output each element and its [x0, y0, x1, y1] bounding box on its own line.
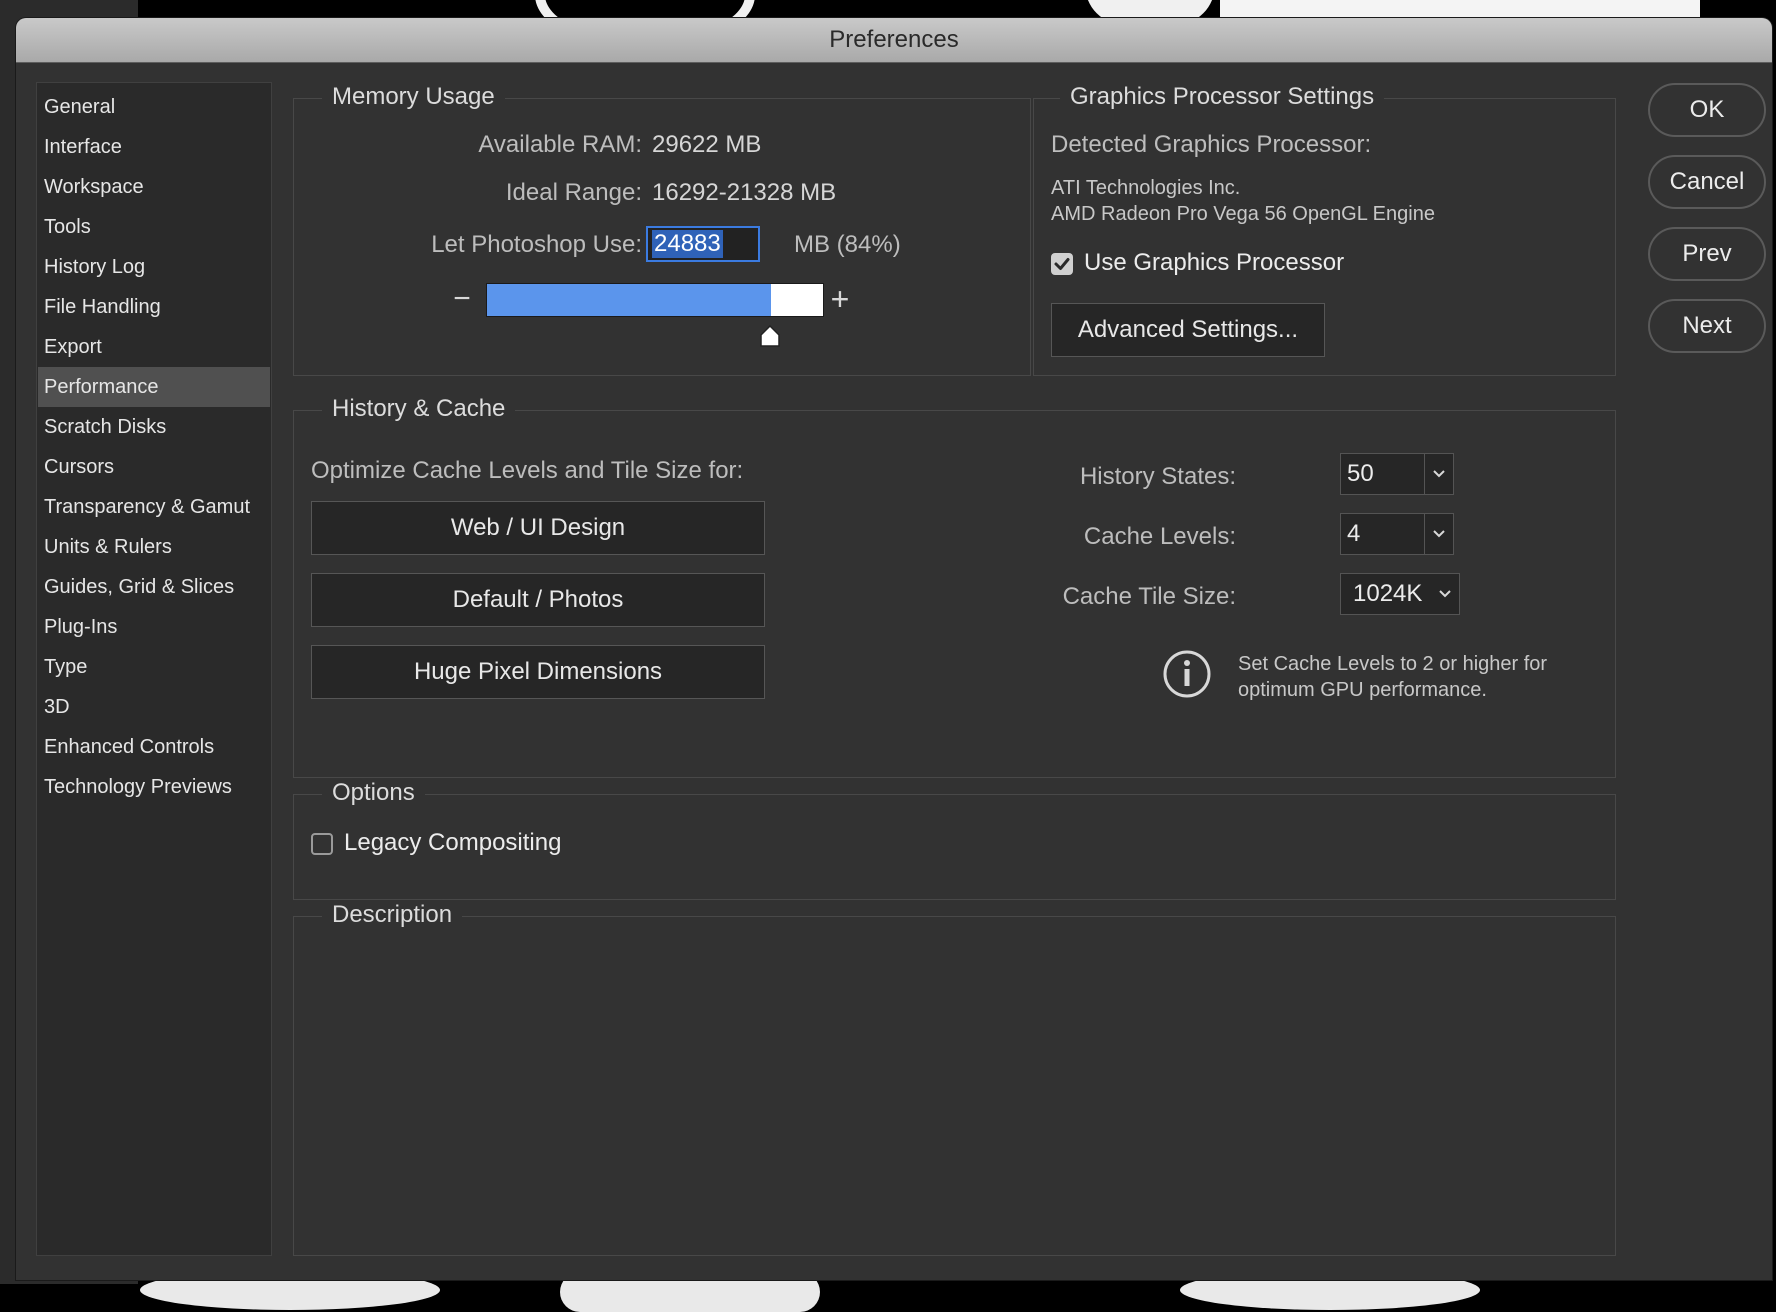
sidebar-item-scratch-disks[interactable]: Scratch Disks: [38, 407, 270, 447]
history-states-value: 50: [1347, 460, 1374, 487]
sidebar-item-guides-grid-slices[interactable]: Guides, Grid & Slices: [38, 567, 270, 607]
gpu-settings-group: Graphics Processor Settings Detected Gra…: [1033, 83, 1616, 376]
history-states-select[interactable]: 50: [1340, 453, 1454, 495]
memory-amount-value: 24883: [652, 230, 723, 258]
preferences-sidebar: General Interface Workspace Tools Histor…: [36, 82, 272, 1256]
advanced-settings-button[interactable]: Advanced Settings...: [1051, 303, 1325, 357]
memory-slider-thumb[interactable]: [760, 325, 780, 347]
select-divider: [1424, 514, 1425, 554]
cancel-button[interactable]: Cancel: [1648, 155, 1766, 209]
select-divider: [1424, 454, 1425, 494]
memory-usage-title: Memory Usage: [322, 83, 505, 111]
ideal-range-label: Ideal Range:: [505, 179, 642, 206]
history-states-label: History States:: [1079, 463, 1236, 490]
chevron-down-icon: [1433, 530, 1445, 538]
sidebar-item-technology-previews[interactable]: Technology Previews: [38, 767, 270, 807]
window-title[interactable]: Preferences: [16, 18, 1772, 63]
sidebar-item-general[interactable]: General: [38, 87, 270, 127]
sidebar-item-performance[interactable]: Performance: [38, 367, 270, 407]
gpu-model: AMD Radeon Pro Vega 56 OpenGL Engine: [1051, 203, 1435, 225]
sidebar-item-file-handling[interactable]: File Handling: [38, 287, 270, 327]
history-cache-title: History & Cache: [322, 395, 516, 423]
memory-increase-button[interactable]: +: [826, 283, 854, 315]
chevron-down-icon: [1439, 590, 1451, 598]
sidebar-item-workspace[interactable]: Workspace: [38, 167, 270, 207]
cache-tile-size-label: Cache Tile Size:: [1062, 583, 1236, 610]
prev-button[interactable]: Prev: [1648, 227, 1766, 281]
available-ram-value: 29622 MB: [652, 131, 762, 158]
sidebar-item-cursors[interactable]: Cursors: [38, 447, 270, 487]
gpu-vendor: ATI Technologies Inc.: [1051, 177, 1241, 199]
sidebar-item-interface[interactable]: Interface: [38, 127, 270, 167]
memory-slider-track[interactable]: [486, 283, 824, 317]
info-icon: [1163, 650, 1211, 698]
gpu-settings-title: Graphics Processor Settings: [1060, 83, 1385, 111]
preferences-window: Preferences General Interface Workspace …: [16, 18, 1772, 1280]
sidebar-item-3d[interactable]: 3D: [38, 687, 270, 727]
cache-tile-size-select[interactable]: 1024K: [1340, 573, 1460, 615]
description-title: Description: [322, 901, 463, 929]
ok-button[interactable]: OK: [1648, 83, 1766, 137]
memory-amount-input[interactable]: 24883: [646, 226, 760, 262]
sidebar-item-tools[interactable]: Tools: [38, 207, 270, 247]
cache-levels-label: Cache Levels:: [1083, 523, 1236, 550]
optimize-cache-label: Optimize Cache Levels and Tile Size for:: [311, 457, 744, 484]
options-group: Options Legacy Compositing: [293, 779, 1616, 900]
sidebar-item-history-log[interactable]: History Log: [38, 247, 270, 287]
history-cache-group: History & Cache Optimize Cache Levels an…: [293, 395, 1616, 778]
memory-usage-group: Memory Usage Available RAM: 29622 MB Ide…: [293, 83, 1031, 376]
gpu-cache-tip-line1: Set Cache Levels to 2 or higher for: [1238, 653, 1548, 675]
sidebar-item-enhanced-controls[interactable]: Enhanced Controls: [38, 727, 270, 767]
cache-levels-select[interactable]: 4: [1340, 513, 1454, 555]
gpu-cache-tip-line2: optimum GPU performance.: [1238, 679, 1487, 701]
default-photos-button[interactable]: Default / Photos: [311, 573, 765, 627]
description-group: Description: [293, 901, 1616, 1256]
sidebar-item-export[interactable]: Export: [38, 327, 270, 367]
available-ram-label: Available RAM:: [478, 131, 642, 158]
memory-decrease-button[interactable]: −: [450, 284, 474, 314]
sidebar-item-type[interactable]: Type: [38, 647, 270, 687]
use-gpu-checkbox[interactable]: [1051, 253, 1073, 275]
legacy-compositing-label[interactable]: Legacy Compositing: [344, 829, 561, 857]
web-ui-design-button[interactable]: Web / UI Design: [311, 501, 765, 555]
memory-slider-fill: [487, 284, 771, 316]
cache-levels-value: 4: [1347, 520, 1361, 547]
detected-gpu-label: Detected Graphics Processor:: [1051, 131, 1372, 158]
checkmark-icon: [1054, 258, 1070, 270]
sidebar-item-transparency-gamut[interactable]: Transparency & Gamut: [38, 487, 270, 527]
ideal-range-value: 16292-21328 MB: [652, 179, 837, 206]
memory-percent-suffix: MB (84%): [794, 231, 901, 258]
options-title: Options: [322, 779, 425, 807]
let-photoshop-use-label: Let Photoshop Use:: [431, 231, 642, 258]
sidebar-item-units-rulers[interactable]: Units & Rulers: [38, 527, 270, 567]
next-button[interactable]: Next: [1648, 299, 1766, 353]
huge-pixel-dimensions-button[interactable]: Huge Pixel Dimensions: [311, 645, 765, 699]
legacy-compositing-checkbox[interactable]: [311, 833, 333, 855]
sidebar-item-plug-ins[interactable]: Plug-Ins: [38, 607, 270, 647]
chevron-down-icon: [1433, 470, 1445, 478]
use-gpu-label[interactable]: Use Graphics Processor: [1084, 249, 1344, 277]
cache-tile-size-value: 1024K: [1353, 580, 1423, 607]
desktop-backdrop-shape: [1220, 0, 1700, 20]
